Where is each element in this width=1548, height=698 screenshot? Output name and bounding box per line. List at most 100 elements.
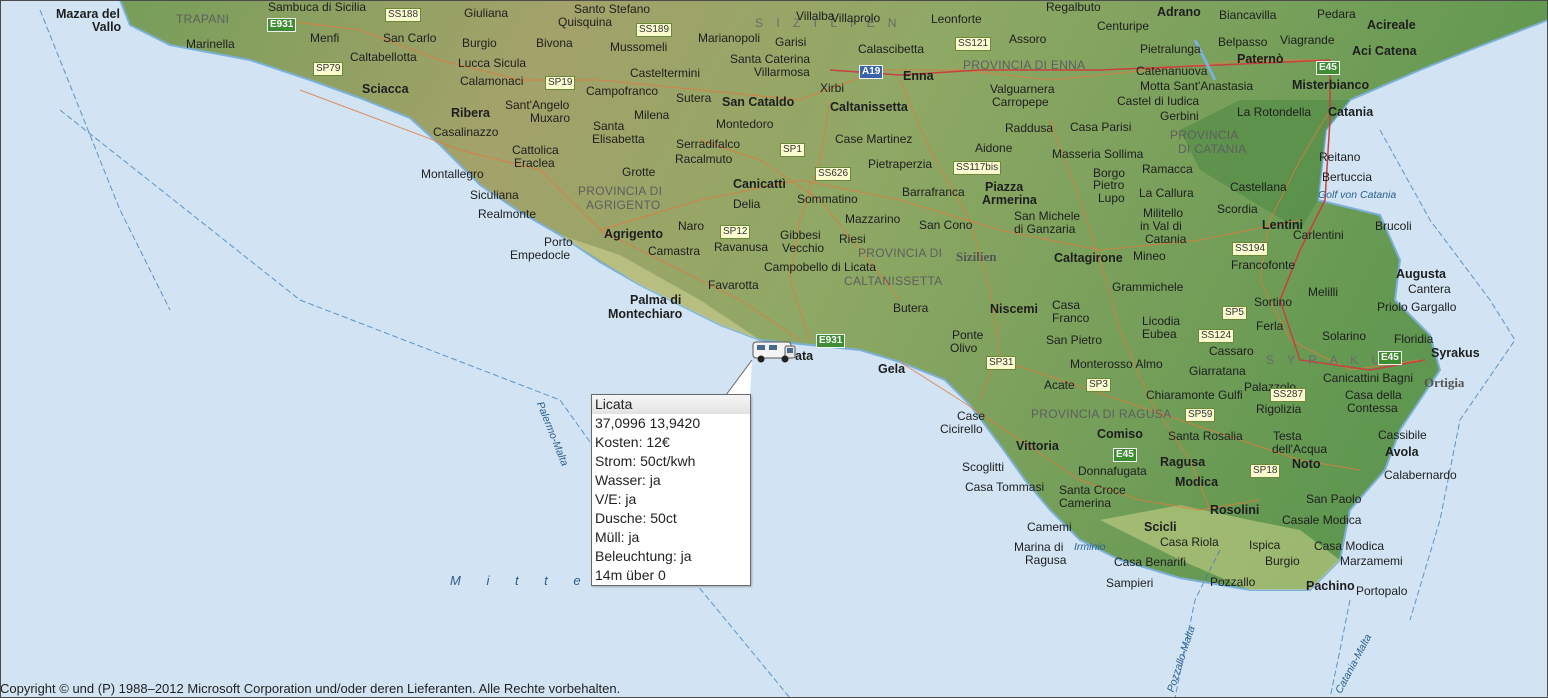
popup-coordinates: 37,0996 13,9420 xyxy=(595,415,701,431)
town-label: Montallegro xyxy=(421,167,484,181)
town-label: Marinella xyxy=(186,37,235,51)
town-label: Bertuccia xyxy=(1322,170,1373,184)
road-shield: SP31 xyxy=(986,356,1017,370)
location-info-popup[interactable]: Licata 37,0996 13,9420 Kosten: 12€ Strom… xyxy=(591,394,751,586)
town-label: Delia xyxy=(733,197,761,211)
road-shield: SP79 xyxy=(313,62,344,76)
water-label-golf-catania: Golf von Catania xyxy=(1318,189,1397,201)
town-label: Castellana xyxy=(1230,180,1287,194)
town-label: Chiaramonte Gulfi xyxy=(1146,388,1243,402)
motorhome-marker-icon[interactable] xyxy=(749,336,799,366)
town-label: Cassaro xyxy=(1209,344,1254,358)
town-label: Calascibetta xyxy=(858,42,925,56)
town-label: Sambuca di Sicilia xyxy=(268,0,367,14)
road-shield: SS124 xyxy=(1198,329,1235,343)
city-label: Rosolini xyxy=(1210,503,1260,517)
city-label: Agrigento xyxy=(604,227,664,241)
town-label: Caltabellotta xyxy=(350,50,417,64)
road-shield: SS626 xyxy=(815,167,852,181)
town-label: Carropepe xyxy=(992,95,1049,109)
town-label: Portopalo xyxy=(1356,584,1408,598)
town-label: Casalinazzo xyxy=(433,125,499,139)
town-label: Leonforte xyxy=(931,12,982,26)
town-label: Garisi xyxy=(775,35,807,49)
city-label: Scicli xyxy=(1144,520,1177,534)
town-label: Rigolizia xyxy=(1256,402,1302,416)
town-label: Pietraperzia xyxy=(868,157,933,171)
road-shield-a19: A19 xyxy=(859,65,884,79)
town-label: Camastra xyxy=(648,244,701,258)
town-label: Mazzarino xyxy=(845,212,901,226)
road-shield-e931: E931 xyxy=(816,334,846,348)
town-label: San Cono xyxy=(919,218,973,232)
town-label: Grammichele xyxy=(1112,280,1184,294)
town-label: Marianopoli xyxy=(698,31,761,45)
road-shield: SP5 xyxy=(1222,306,1247,320)
city-label: Niscemi xyxy=(990,302,1038,316)
road-shield: SP12 xyxy=(720,225,751,239)
city-label: Acireale xyxy=(1367,18,1416,32)
town-label: Catania xyxy=(1145,232,1187,246)
town-label: Scoglitti xyxy=(962,460,1005,474)
town-label: Sampieri xyxy=(1106,576,1154,590)
province-label-agrigento-2: AGRIGENTO xyxy=(586,198,661,212)
road-shield-e931: E931 xyxy=(267,18,297,32)
town-label: Vecchio xyxy=(782,241,825,255)
town-label: Sommatino xyxy=(797,192,858,206)
town-label: Cicirello xyxy=(940,422,983,436)
city-label: Comiso xyxy=(1097,427,1143,441)
town-label: Reitano xyxy=(1319,150,1361,164)
town-label: Belpasso xyxy=(1218,35,1268,49)
town-label: Pietralunga xyxy=(1140,42,1201,56)
city-label: Vittoria xyxy=(1016,439,1059,453)
town-label: Xirbi xyxy=(820,81,845,95)
town-label: Melilli xyxy=(1308,285,1338,299)
road-shield: SS121 xyxy=(955,37,992,51)
province-label-agrigento-1: PROVINCIA DI xyxy=(578,184,663,198)
popup-line-beleuchtung: Beleuchtung: ja xyxy=(595,548,692,564)
region-label-trapani: TRAPANI xyxy=(176,12,230,26)
city-label: Armerina xyxy=(982,193,1037,207)
town-label: Priolo Gargallo xyxy=(1377,300,1457,314)
water-label-irminio: Irminio xyxy=(1074,541,1106,553)
map-canvas[interactable]: S I Z I L I E N TRAPANI S Y R A K U S Si… xyxy=(0,0,1548,698)
town-label: Cassibile xyxy=(1378,428,1427,442)
town-label: Villalba xyxy=(796,9,835,23)
popup-line-wasser: Wasser: ja xyxy=(595,472,661,488)
town-label: San Pietro xyxy=(1046,333,1103,347)
town-label: Quisquina xyxy=(558,15,613,29)
town-label: Lupo xyxy=(1098,191,1125,205)
town-label: Villarmosa xyxy=(754,65,810,79)
province-label-ragusa: PROVINCIA DI RAGUSA xyxy=(1031,407,1172,421)
town-label: Casa Riola xyxy=(1160,535,1219,549)
town-label: Butera xyxy=(893,301,929,315)
town-label: Acate xyxy=(1044,378,1075,392)
city-label: Palma di xyxy=(630,293,682,307)
city-label: Syrakus xyxy=(1431,346,1480,360)
city-label: Augusta xyxy=(1396,267,1446,281)
city-label: Paternò xyxy=(1237,52,1284,66)
town-label: Olivo xyxy=(950,341,978,355)
town-label: Donnafugata xyxy=(1078,464,1147,478)
town-label: Cantera xyxy=(1408,282,1451,296)
town-label: Raddusa xyxy=(1005,121,1054,135)
province-label-enna: PROVINCIA DI ENNA xyxy=(963,58,1086,72)
town-label: Montedoro xyxy=(716,117,774,131)
city-label: Misterbianco xyxy=(1292,78,1370,92)
province-label-caltanissetta-2: CALTANISSETTA xyxy=(844,274,943,288)
city-label: Ribera xyxy=(451,106,490,120)
town-label: Naro xyxy=(678,219,705,233)
road-shield: SP1 xyxy=(780,143,805,157)
popup-line-kosten: Kosten: 12€ xyxy=(595,434,670,450)
town-label: Realmonte xyxy=(478,207,537,221)
town-label: Elisabetta xyxy=(592,132,645,146)
town-label: Ragusa xyxy=(1025,553,1067,567)
town-label: Serradifalco xyxy=(676,137,741,151)
town-label: Marzamemi xyxy=(1340,554,1403,568)
city-label: Caltagirone xyxy=(1054,251,1123,265)
town-label: Case Martinez xyxy=(835,132,913,146)
town-label: Giarratana xyxy=(1189,364,1246,378)
road-shield: SS188 xyxy=(385,8,422,22)
town-label: Giuliana xyxy=(464,6,509,20)
town-label: Canicattini Bagni xyxy=(1323,371,1414,385)
